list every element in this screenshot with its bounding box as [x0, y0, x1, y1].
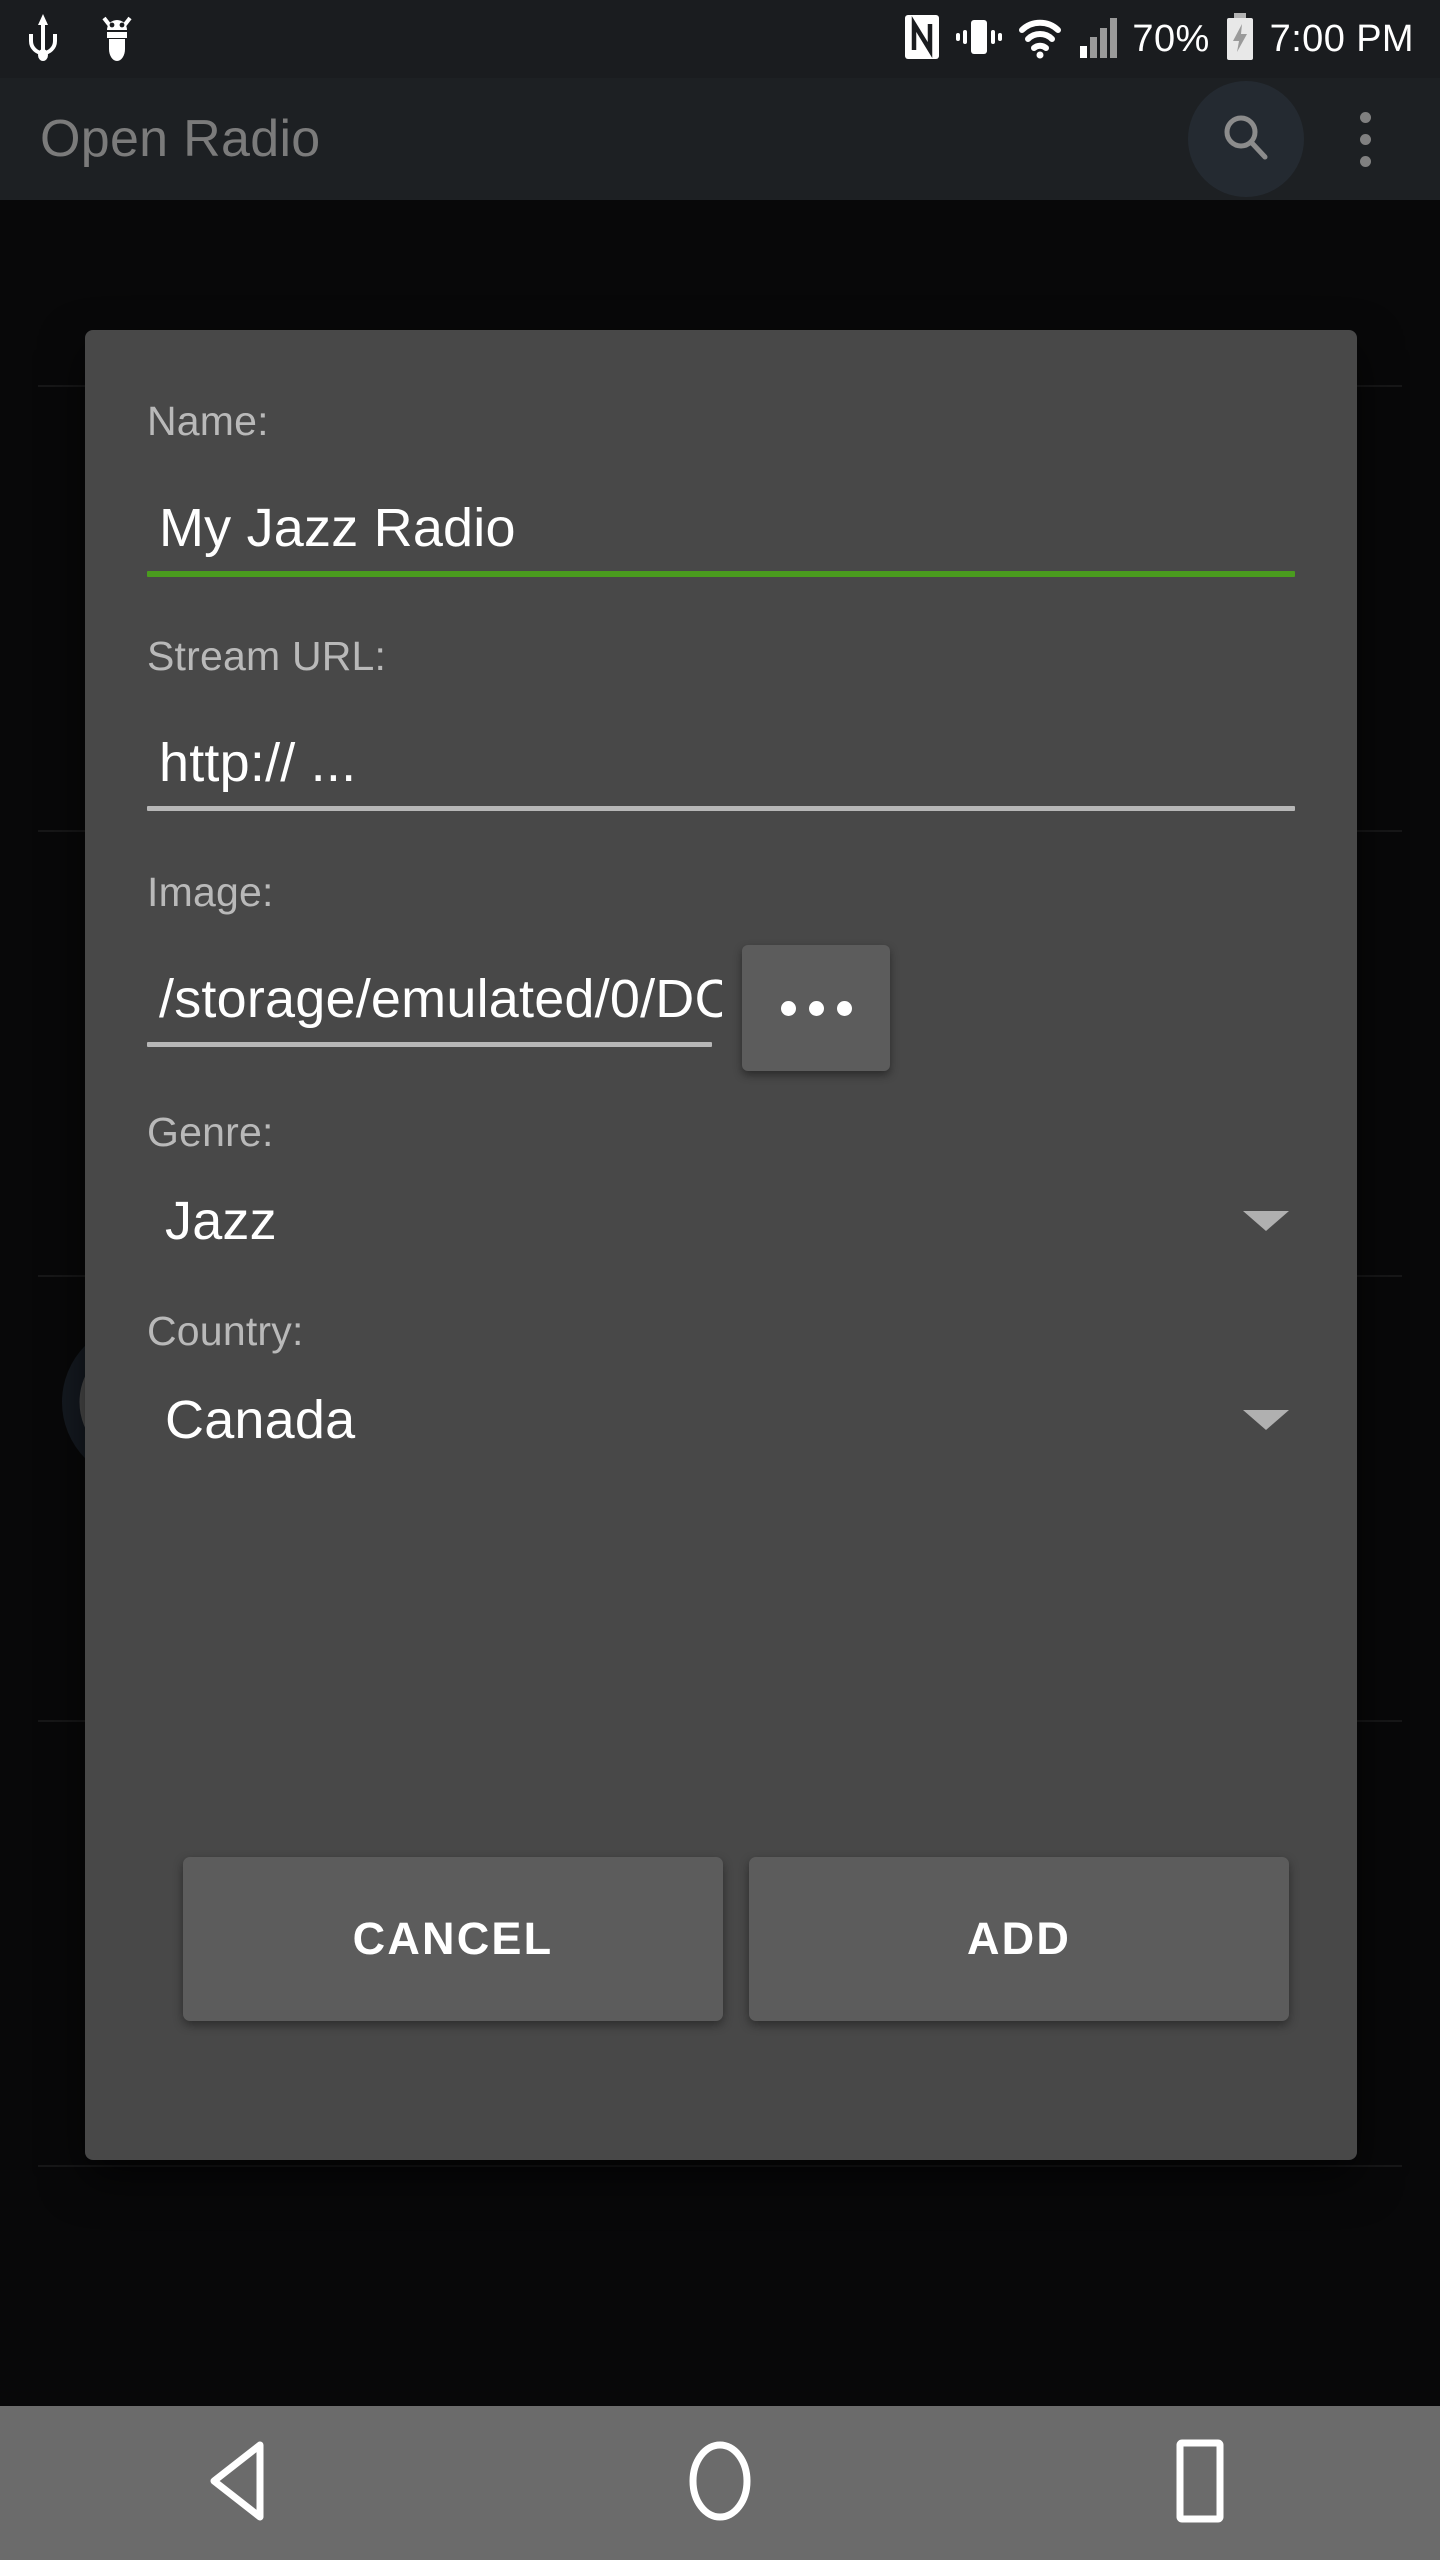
search-icon — [1218, 109, 1274, 170]
android-debug-bug-icon — [96, 12, 138, 67]
ellipsis-icon — [837, 1001, 852, 1016]
search-button[interactable] — [1188, 81, 1304, 197]
dialog-body: Name: My Jazz Radio Stream URL: http:// … — [85, 330, 1357, 1451]
name-field-group: Name: My Jazz Radio — [147, 330, 1295, 577]
add-button[interactable]: ADD — [749, 1857, 1289, 2021]
stream-url-field-group: Stream URL: http:// ... — [147, 577, 1295, 811]
app-bar-actions — [1188, 81, 1400, 197]
clock-label: 7:00 PM — [1270, 18, 1414, 61]
more-vert-icon — [1360, 112, 1371, 123]
wifi-icon — [1016, 12, 1064, 67]
image-label: Image: — [147, 869, 1295, 916]
page-title: Open Radio — [40, 109, 321, 169]
add-station-dialog: Name: My Jazz Radio Stream URL: http:// … — [85, 330, 1357, 2160]
stream-url-input[interactable]: http:// ... — [147, 732, 1295, 794]
image-path-input[interactable]: /storage/emulated/0/DCIM/C — [147, 968, 722, 1030]
recents-button[interactable] — [1100, 2406, 1300, 2560]
status-bar: 70% 7:00 PM — [0, 0, 1440, 78]
chevron-down-icon — [1243, 1211, 1289, 1231]
system-navigation-bar — [0, 2406, 1440, 2560]
nfc-icon — [902, 12, 942, 67]
more-vert-icon — [1360, 156, 1371, 167]
image-field-group: Image: /storage/emulated/0/DCIM/C — [147, 811, 1295, 1047]
recents-square-icon — [1158, 2435, 1242, 2532]
country-label: Country: — [147, 1308, 1295, 1355]
vibrate-icon — [956, 12, 1002, 67]
ellipsis-icon — [809, 1001, 824, 1016]
cellular-signal-icon — [1078, 12, 1118, 67]
country-spinner[interactable]: Canada — [147, 1389, 1295, 1451]
dialog-action-bar: CANCEL ADD — [183, 1857, 1289, 2021]
country-selected-value: Canada — [147, 1389, 355, 1451]
home-button[interactable] — [620, 2406, 820, 2560]
ellipsis-icon — [781, 1001, 796, 1016]
name-label: Name: — [147, 398, 1295, 445]
overflow-menu-button[interactable] — [1330, 81, 1400, 197]
phone-screen: 70% 7:00 PM Open Radio — [0, 0, 1440, 2560]
status-bar-left-icons — [26, 12, 138, 67]
genre-selected-value: Jazz — [147, 1190, 277, 1252]
cancel-button[interactable]: CANCEL — [183, 1857, 723, 2021]
battery-percent-label: 70% — [1132, 18, 1209, 61]
genre-field-group: Genre: Jazz — [147, 1047, 1295, 1252]
battery-charging-icon — [1224, 12, 1256, 67]
genre-spinner[interactable]: Jazz — [147, 1190, 1295, 1252]
genre-label: Genre: — [147, 1109, 1295, 1156]
home-circle-icon — [678, 2435, 762, 2532]
app-bar: Open Radio — [0, 78, 1440, 200]
back-triangle-icon — [198, 2435, 282, 2532]
back-button[interactable] — [140, 2406, 340, 2560]
country-field-group: Country: Canada — [147, 1252, 1295, 1451]
name-input[interactable]: My Jazz Radio — [147, 497, 1295, 559]
more-vert-icon — [1360, 134, 1371, 145]
status-bar-right-icons: 70% 7:00 PM — [902, 12, 1414, 67]
chevron-down-icon — [1243, 1410, 1289, 1430]
usb-icon — [26, 12, 60, 67]
stream-url-label: Stream URL: — [147, 633, 1295, 680]
